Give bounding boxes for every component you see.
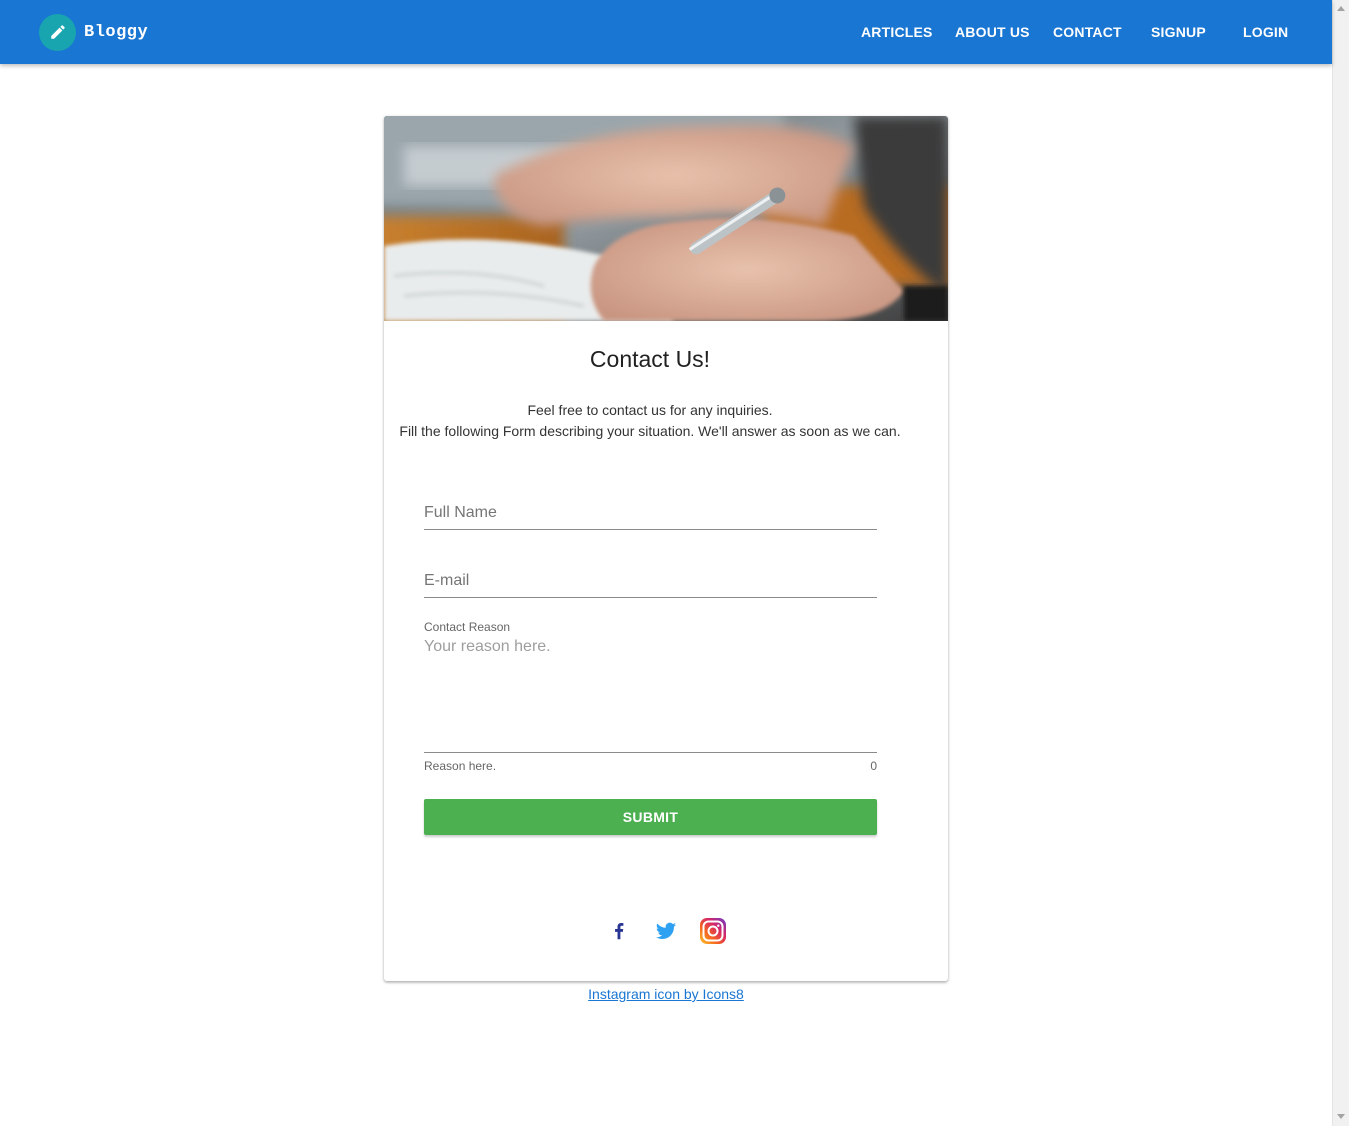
nav-articles[interactable]: ARTICLES: [861, 24, 933, 40]
contact-card: Contact Us! Feel free to contact us for …: [384, 116, 948, 981]
vertical-scrollbar[interactable]: [1332, 0, 1349, 1126]
credit-footer: Instagram icon by Icons8: [384, 986, 948, 1002]
pencil-icon: [50, 25, 65, 39]
contact-reason-textarea[interactable]: [424, 638, 877, 753]
scroll-up-arrow-icon[interactable]: [1337, 6, 1345, 11]
card-description: Feel free to contact us for any inquirie…: [384, 400, 916, 442]
top-app-bar: Bloggy ARTICLES ABOUT US CONTACT SIGNUP …: [0, 0, 1332, 64]
brand-home-link[interactable]: Bloggy: [39, 13, 149, 51]
nav-about-us[interactable]: ABOUT US: [955, 24, 1030, 40]
hero-image: [384, 116, 948, 321]
card-description-line-2: Fill the following Form describing your …: [399, 423, 901, 439]
card-title: Contact Us!: [589, 346, 711, 372]
contact-reason-counter: 0: [870, 759, 877, 773]
contact-reason-label: Contact Reason: [424, 620, 511, 634]
email-input[interactable]: [424, 565, 877, 598]
facebook-icon: [615, 923, 624, 940]
contact-reason-hint: Reason here.: [424, 759, 497, 773]
page: Bloggy ARTICLES ABOUT US CONTACT SIGNUP …: [0, 0, 1332, 1126]
brand-avatar: [39, 13, 76, 51]
twitter-icon: [655, 922, 677, 939]
nav-login[interactable]: LOGIN: [1243, 24, 1288, 40]
full-name-input[interactable]: [424, 497, 877, 530]
nav-contact[interactable]: CONTACT: [1053, 24, 1122, 40]
facebook-link[interactable]: [604, 916, 634, 946]
icons8-credit-link[interactable]: Instagram icon by Icons8: [588, 986, 744, 1002]
nav-signup[interactable]: SIGNUP: [1151, 24, 1206, 40]
instagram-link[interactable]: [698, 916, 728, 946]
twitter-link[interactable]: [651, 916, 681, 946]
email-field: [424, 565, 877, 598]
submit-button[interactable]: SUBMIT: [424, 799, 877, 835]
brand-title: Bloggy: [84, 22, 149, 42]
card-description-line-1: Feel free to contact us for any inquirie…: [527, 402, 773, 418]
instagram-icon: [700, 918, 726, 944]
scroll-down-arrow-icon[interactable]: [1337, 1114, 1345, 1119]
full-name-field: [424, 497, 877, 530]
